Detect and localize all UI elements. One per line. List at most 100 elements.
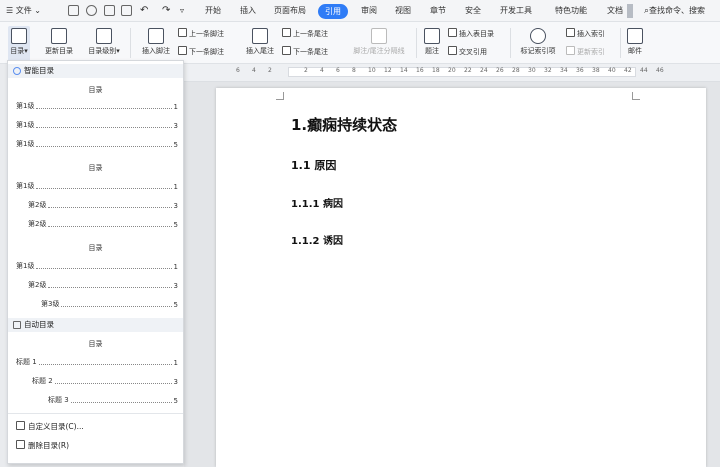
heading-level-2[interactable]: 1.1 原因 bbox=[291, 157, 336, 173]
ruler-tick: 46 bbox=[656, 67, 664, 74]
toc-dropdown-panel: 智能目录 目录 第1级 1 第1级 3 第1级 5 目录 第1级 1 第2级 3 第2级 5… bbox=[7, 60, 184, 464]
custom-toc-icon bbox=[16, 421, 25, 430]
prev-footnote-button[interactable]: 上一条脚注 bbox=[178, 28, 224, 40]
ruler-tick: 4 bbox=[320, 67, 324, 74]
ruler-tick: 6 bbox=[236, 67, 240, 74]
horizontal-ruler[interactable]: 6 4 2 2 4 6 8 10 12 14 16 18 20 22 24 26… bbox=[184, 64, 720, 82]
preview-title: 目录 bbox=[88, 244, 103, 252]
delete-toc-icon bbox=[16, 440, 25, 449]
ruler-tick: 18 bbox=[432, 67, 440, 74]
ruler-tick: 30 bbox=[528, 67, 536, 74]
endnote-icon bbox=[252, 28, 268, 44]
ruler-tick: 22 bbox=[464, 67, 472, 74]
next-endnote-button[interactable]: 下一条尾注 bbox=[282, 46, 328, 58]
tab-developer[interactable]: 开发工具 bbox=[500, 0, 532, 22]
update-index-icon bbox=[566, 46, 575, 55]
search-box[interactable]: ⌕查找命令、搜索 bbox=[644, 0, 705, 22]
update-index-button[interactable]: 更新索引 bbox=[566, 46, 605, 58]
ribbon-toolbar: 目录▾ 更新目录 目录级别▾ 插入脚注 上一条脚注 下一条脚注 插入尾注 上一条… bbox=[0, 22, 720, 64]
tab-features[interactable]: 特色功能 bbox=[555, 0, 587, 22]
heading-level-3[interactable]: 1.1.2 诱因 bbox=[291, 232, 343, 247]
menu-bar: ☰ 文件 ⌄ ↶ ↷ ▿ 开始 插入 页面布局 引用 审阅 视图 章节 安全 开… bbox=[0, 0, 720, 22]
mark-index-icon bbox=[530, 28, 546, 44]
separator bbox=[510, 28, 511, 58]
tab-view[interactable]: 视图 bbox=[395, 0, 411, 22]
separator bbox=[620, 28, 621, 58]
document-page[interactable]: 1.癫痫持续状态 1.1 原因 1.1.1 病因 1.1.2 诱因 bbox=[216, 88, 706, 467]
ruler-tick: 2 bbox=[268, 67, 272, 74]
ruler-tick: 4 bbox=[252, 67, 256, 74]
delete-toc-item[interactable]: 删除目录(R) bbox=[16, 440, 69, 451]
insert-table-toc-button[interactable]: 插入表目录 bbox=[448, 28, 494, 40]
file-menu[interactable]: ☰ 文件 ⌄ bbox=[6, 0, 41, 22]
refresh-doc-icon bbox=[51, 28, 67, 44]
toc-preview-row: 第1级 5 bbox=[16, 140, 178, 149]
ruler-tick: 8 bbox=[352, 67, 356, 74]
tab-review[interactable]: 审阅 bbox=[361, 0, 377, 22]
toc-preview-row: 第1级 1 bbox=[16, 262, 178, 271]
auto-toc-icon bbox=[13, 321, 21, 329]
prev-endnote-button[interactable]: 上一条尾注 bbox=[282, 28, 328, 40]
toc-preview-row: 第1级 1 bbox=[16, 102, 178, 111]
print-icon[interactable] bbox=[104, 5, 115, 16]
caption-button[interactable]: 题注 bbox=[421, 28, 443, 56]
toc-button[interactable]: 目录▾ bbox=[8, 26, 30, 62]
ruler-tick: 34 bbox=[560, 67, 568, 74]
update-toc-button[interactable]: 更新目录 bbox=[40, 28, 78, 56]
save-icon[interactable] bbox=[68, 5, 79, 16]
margin-corner-mark bbox=[632, 92, 640, 100]
tab-insert[interactable]: 插入 bbox=[240, 0, 256, 22]
chevron-down-icon: ▾ bbox=[24, 47, 28, 55]
preview-title: 目录 bbox=[88, 86, 103, 94]
toc-preview-row: 第2级 3 bbox=[28, 281, 178, 290]
tab-page-layout[interactable]: 页面布局 bbox=[274, 0, 306, 22]
insert-index-button[interactable]: 插入索引 bbox=[566, 28, 605, 40]
ruler-tick: 16 bbox=[416, 67, 424, 74]
cross-reference-button[interactable]: 交叉引用 bbox=[448, 46, 487, 58]
prev-endnote-icon bbox=[282, 28, 291, 37]
toc-icon bbox=[11, 28, 27, 44]
insert-endnote-button[interactable]: 插入尾注 bbox=[240, 28, 280, 56]
toc-preview-row: 第2级 3 bbox=[28, 201, 178, 210]
smart-toc-header: 智能目录 bbox=[8, 64, 183, 78]
export-icon[interactable] bbox=[86, 5, 97, 16]
toc-preview-row: 标题 23 bbox=[32, 377, 178, 386]
next-endnote-icon bbox=[282, 46, 291, 55]
note-separator-button[interactable]: 脚注/尾注分隔线 bbox=[346, 28, 412, 56]
tab-home[interactable]: 开始 bbox=[205, 0, 221, 22]
toc-preview-row: 标题 11 bbox=[16, 358, 178, 367]
toc-level-button[interactable]: 目录级别▾ bbox=[82, 28, 126, 56]
toc-preview-row: 第2级 5 bbox=[28, 220, 178, 229]
undo-icon[interactable]: ↶ bbox=[140, 0, 148, 22]
tab-chapter[interactable]: 章节 bbox=[430, 0, 446, 22]
cross-reference-icon bbox=[448, 46, 457, 55]
next-footnote-button[interactable]: 下一条脚注 bbox=[178, 46, 224, 58]
table-toc-icon bbox=[448, 28, 457, 37]
toc-preview-row: 第3级 5 bbox=[41, 300, 178, 309]
ruler-tick: 36 bbox=[576, 67, 584, 74]
custom-toc-item[interactable]: 自定义目录(C)... bbox=[16, 421, 84, 432]
mail-button[interactable]: 邮件 bbox=[624, 28, 646, 56]
tab-references[interactable]: 引用 bbox=[318, 4, 348, 19]
margin-corner-mark bbox=[276, 92, 284, 100]
ruler-tick: 14 bbox=[400, 67, 408, 74]
ruler-tick: 6 bbox=[336, 67, 340, 74]
tab-document[interactable]: 文档 bbox=[607, 0, 623, 22]
mark-index-button[interactable]: 标记索引项 bbox=[515, 28, 561, 56]
divider bbox=[8, 413, 183, 414]
ruler-tick: 38 bbox=[592, 67, 600, 74]
tab-overflow-handle[interactable] bbox=[627, 4, 633, 18]
separator-line-icon bbox=[371, 28, 387, 44]
heading-level-3[interactable]: 1.1.1 病因 bbox=[291, 195, 343, 210]
insert-footnote-button[interactable]: 插入脚注 bbox=[136, 28, 176, 56]
preview-title: 目录 bbox=[88, 164, 103, 172]
caption-icon bbox=[424, 28, 440, 44]
tab-security[interactable]: 安全 bbox=[465, 0, 481, 22]
preview-title: 目录 bbox=[88, 340, 103, 348]
next-footnote-icon bbox=[178, 46, 187, 55]
redo-icon[interactable]: ↷ bbox=[162, 0, 170, 22]
customize-icon[interactable]: ▿ bbox=[180, 0, 184, 22]
toc-level-icon bbox=[96, 28, 112, 44]
print-preview-icon[interactable] bbox=[121, 5, 132, 16]
heading-level-1[interactable]: 1.癫痫持续状态 bbox=[291, 114, 397, 135]
